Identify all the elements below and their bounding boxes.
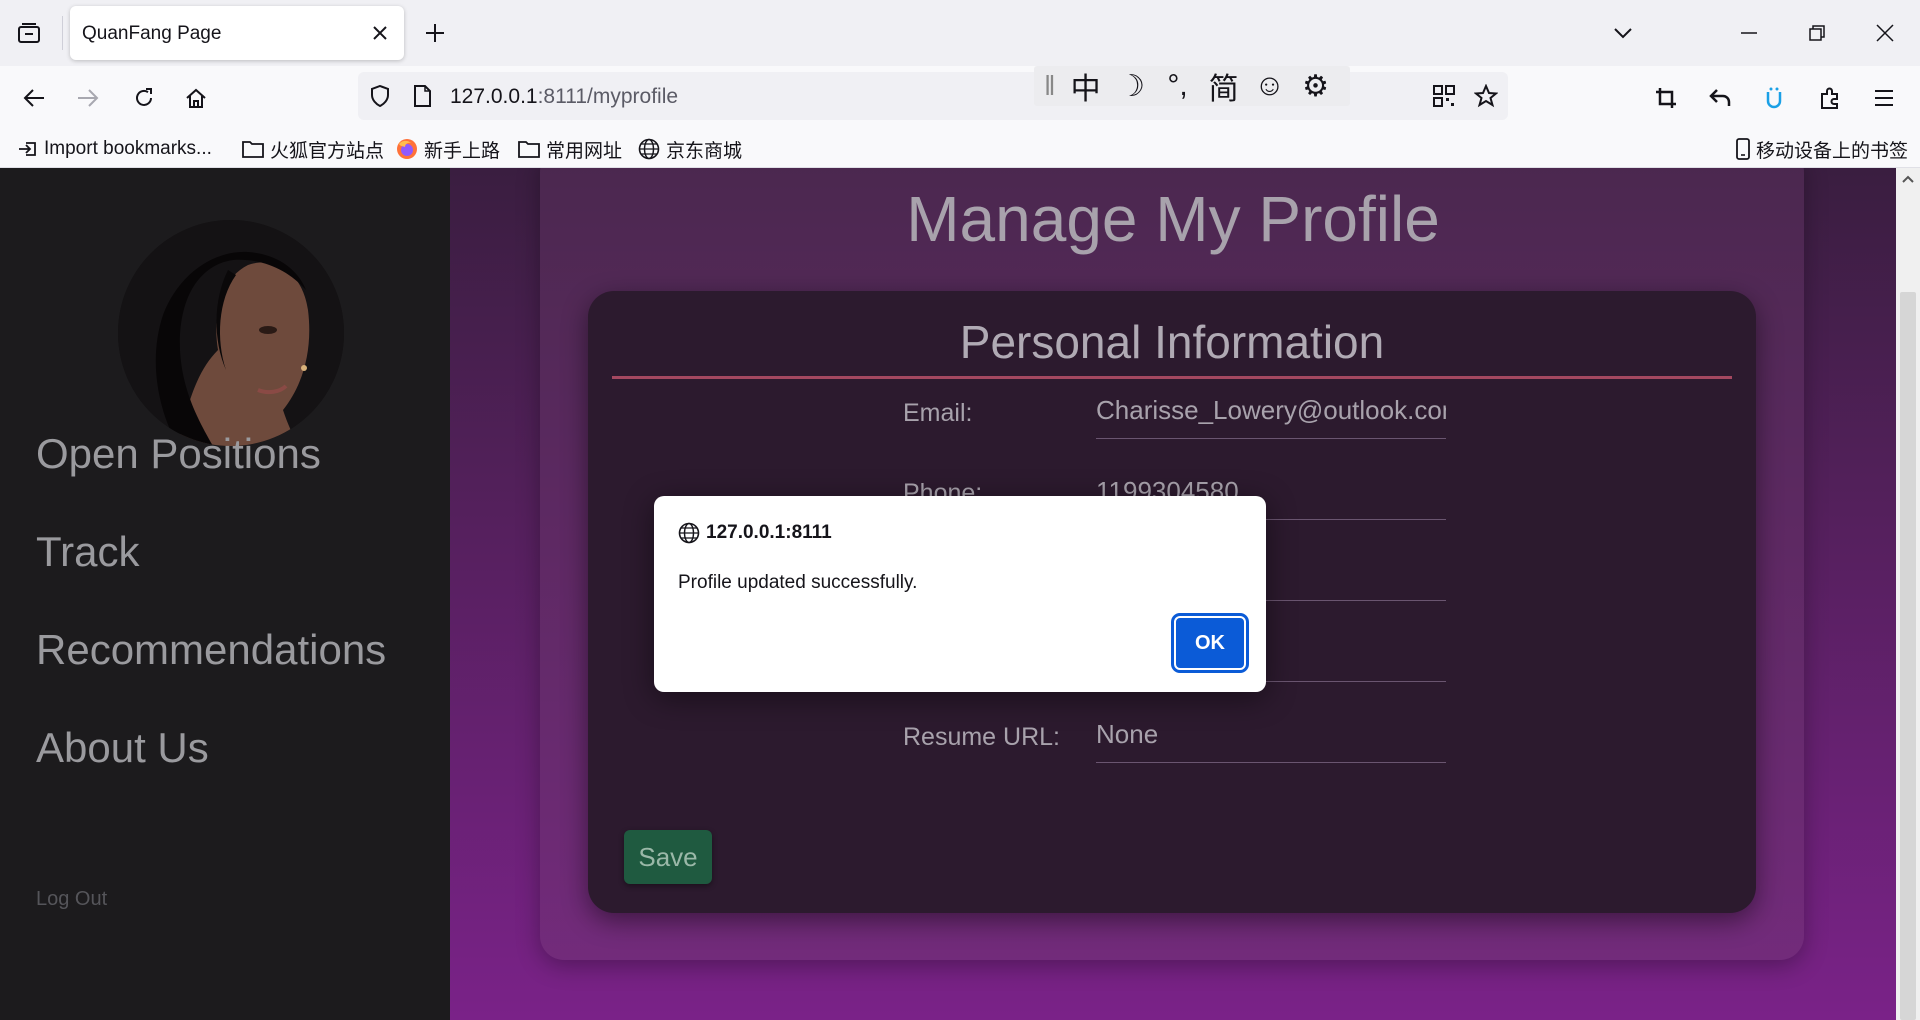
firefox-icon [397,139,417,159]
page-title: Manage My Profile [906,183,1440,255]
hamburger-menu-icon[interactable] [1866,80,1902,116]
bookmark-label: 新手上路 [424,140,501,162]
folder-icon [242,141,264,158]
screenshot-crop-icon[interactable] [1648,80,1684,116]
log-out-link[interactable]: Log Out [36,888,107,911]
resume-url-field[interactable]: None [1096,715,1446,763]
tab-bar: QuanFang Page [0,0,1920,66]
ime-toolbar: ‖ 中 ☽ °, 简 ☺ ⚙ [1034,66,1350,106]
nav-open-positions[interactable]: Open Positions [36,430,321,478]
restore-icon[interactable] [1794,12,1840,54]
email-field[interactable]: Charisse_Lowery@outlook.con [1096,391,1446,439]
resume-url-label: Resume URL: [903,723,1060,751]
dialog-origin: 127.0.0.1:8111 [678,522,832,544]
tab-title: QuanFang Page [82,23,222,44]
tab-list-icon[interactable] [14,18,44,48]
ime-moon-icon[interactable]: ☽ [1116,69,1148,104]
extensions-puzzle-icon[interactable] [1812,80,1848,116]
ime-punctuation[interactable]: °, [1162,69,1194,103]
import-icon [19,142,36,156]
shield-icon[interactable] [368,84,392,108]
mobile-device-icon [1736,138,1750,160]
ime-grip-icon[interactable]: ‖ [1044,70,1056,102]
nav-recommendations[interactable]: Recommendations [36,626,386,674]
home-icon[interactable] [178,80,214,116]
extension-u-icon[interactable] [1756,80,1792,116]
ok-button[interactable]: OK [1171,613,1249,673]
bookmark-jd[interactable]: 京东商城 [638,134,742,164]
section-divider [612,376,1732,379]
back-arrow-icon[interactable] [16,80,52,116]
bookmark-label: 京东商城 [666,140,743,162]
active-tab[interactable]: QuanFang Page [70,6,404,60]
ime-emoji-icon[interactable]: ☺ [1254,69,1286,103]
globe-icon [678,522,700,544]
mobile-bookmarks[interactable]: 移动设备上的书签 [1736,134,1908,164]
close-tab-icon[interactable] [368,21,392,45]
section-title: Personal Information [959,316,1385,368]
save-button[interactable]: Save [624,830,712,884]
ime-simplified[interactable]: 简 [1208,64,1240,108]
sidebar: Open Positions Track Recommendations Abo… [0,168,450,1020]
url-host: 127.0.0.1 [450,85,538,108]
nav-track[interactable]: Track [36,528,139,576]
globe-icon [638,138,660,160]
chevron-down-icon[interactable] [1608,18,1638,48]
import-bookmarks-label: Import bookmarks... [44,138,212,159]
folder-icon [518,141,540,158]
bookmark-label: 火狐官方站点 [270,140,385,162]
bookmark-star-icon[interactable] [1474,84,1498,108]
close-window-icon[interactable] [1862,12,1908,54]
tab-separator [62,16,63,50]
bookmark-folder-common[interactable]: 常用网址 [518,134,622,164]
alert-dialog: 127.0.0.1:8111 Profile updated successfu… [654,496,1266,692]
forward-arrow-icon[interactable] [70,80,106,116]
page-icon[interactable] [410,84,434,108]
scroll-up-arrow-icon[interactable] [1901,174,1915,184]
minimize-icon[interactable] [1726,12,1772,54]
bookmark-firefox-newbie[interactable]: 新手上路 [396,134,500,164]
qr-code-icon[interactable] [1432,84,1456,108]
bookmark-folder-huohu[interactable]: 火狐官方站点 [242,134,384,164]
dialog-origin-text: 127.0.0.1:8111 [706,522,832,543]
scrollbar-thumb[interactable] [1900,292,1916,1020]
reload-icon[interactable] [126,80,162,116]
bookmarks-toolbar: Import bookmarks... 火狐官方站点 新手上路 常用网址 京东商… [0,130,1920,168]
url-text: 127.0.0.1:8111/myprofile [450,85,678,109]
new-tab-icon[interactable] [420,18,450,48]
dialog-message: Profile updated successfully. [678,572,918,593]
ime-chinese-mode[interactable]: 中 [1070,64,1102,108]
navigation-toolbar: 127.0.0.1:8111/myprofile ‖ 中 ☽ °, 简 ☺ ⚙ [0,66,1920,130]
nav-about-us[interactable]: About Us [36,724,209,772]
ime-settings-icon[interactable]: ⚙ [1300,69,1332,104]
mobile-bookmarks-label: 移动设备上的书签 [1756,140,1909,162]
email-label: Email: [903,399,973,427]
page-scrollbar[interactable] [1896,168,1920,1020]
bookmark-label: 常用网址 [546,140,623,162]
url-path: :8111/myprofile [537,85,679,108]
undo-arrow-icon[interactable] [1702,80,1738,116]
import-bookmarks-link[interactable]: Import bookmarks... [18,134,212,164]
avatar [118,220,344,446]
